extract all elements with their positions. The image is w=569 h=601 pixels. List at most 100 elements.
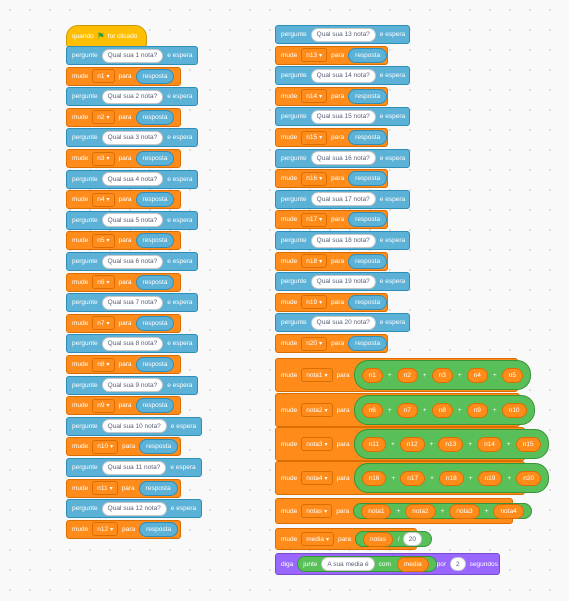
variable-reporter[interactable]: n7 — [396, 402, 418, 418]
variable-dropdown[interactable]: n1 — [92, 69, 115, 84]
set-variable-block[interactable]: muden15pararesposta — [275, 128, 388, 147]
addition-operator[interactable]: n11 + n12 + n13 + n14 + n15 — [353, 429, 549, 459]
answer-reporter[interactable]: resposta — [348, 130, 388, 145]
variable-dropdown[interactable]: n7 — [92, 316, 115, 331]
answer-reporter[interactable]: resposta — [348, 88, 388, 104]
variable-dropdown[interactable]: n4 — [92, 192, 115, 207]
variable-reporter[interactable]: notas — [363, 531, 393, 547]
answer-reporter[interactable]: resposta — [135, 233, 175, 249]
question-input[interactable]: Qual sua 11 nota? — [101, 460, 167, 475]
variable-dropdown[interactable]: n8 — [92, 357, 115, 372]
question-input[interactable]: Qual sua 19 nota? — [310, 274, 376, 289]
variable-reporter[interactable]: n10 — [501, 402, 527, 418]
set-variable-block[interactable]: muden1pararesposta — [66, 66, 181, 86]
set-variable-block[interactable]: muden10pararesposta — [66, 437, 181, 457]
variable-dropdown[interactable]: n17 — [301, 212, 328, 227]
variable-reporter[interactable]: n3 — [431, 367, 453, 383]
set-variable-block[interactable]: muden12pararesposta — [66, 519, 181, 539]
variable-dropdown[interactable]: n3 — [92, 151, 115, 166]
variable-dropdown[interactable]: n2 — [92, 110, 115, 125]
set-notas-block[interactable]: mudenotaspara nota1 + nota2 + nota3 + nota4 — [275, 498, 532, 524]
answer-reporter[interactable]: resposta — [348, 171, 388, 187]
answer-reporter[interactable]: resposta — [138, 480, 178, 496]
set-sum-block[interactable]: mudenota1para n1 + n2 + n3 + n4 + n5 — [275, 358, 531, 392]
variable-reporter[interactable]: nota1 — [361, 503, 392, 519]
answer-reporter[interactable]: resposta — [135, 315, 175, 331]
variable-dropdown[interactable]: n16 — [301, 171, 328, 186]
question-input[interactable]: Qual sua 5 nota? — [101, 213, 164, 228]
variable-reporter[interactable]: media — [396, 556, 429, 572]
variable-reporter[interactable]: n9 — [466, 402, 488, 418]
ask-and-wait-block[interactable]: pergunte Qual sua 20 nota? e espera — [275, 313, 410, 333]
set-variable-block[interactable]: muden6pararesposta — [66, 272, 181, 292]
variable-dropdown[interactable]: n6 — [92, 275, 115, 290]
question-input[interactable]: Qual sua 16 nota? — [310, 151, 376, 166]
answer-reporter[interactable]: resposta — [139, 439, 179, 455]
variable-reporter[interactable]: n1 — [361, 367, 383, 383]
set-variable-block[interactable]: muden9pararesposta — [66, 396, 181, 416]
question-input[interactable]: Qual sua 2 nota? — [101, 89, 164, 104]
variable-dropdown[interactable]: n13 — [301, 48, 328, 63]
set-variable-block[interactable]: muden18pararesposta — [275, 251, 388, 271]
question-input[interactable]: Qual sua 10 nota? — [101, 419, 167, 434]
set-variable-block[interactable]: muden5pararesposta — [66, 231, 181, 251]
variable-reporter[interactable]: n18 — [438, 470, 464, 486]
question-input[interactable]: Qual sua 13 nota? — [310, 27, 376, 42]
set-sum-block[interactable]: mudenota3para n11 + n12 + n13 + n14 + n15 — [275, 427, 549, 461]
ask-and-wait-block[interactable]: pergunte Qual sua 12 nota? e espera — [66, 499, 202, 519]
question-input[interactable]: Qual sua 18 nota? — [310, 233, 376, 248]
answer-reporter[interactable]: resposta — [348, 47, 388, 63]
ask-and-wait-block[interactable]: pergunte Qual sua 5 nota? e espera — [66, 210, 198, 230]
variable-reporter[interactable]: n8 — [431, 402, 453, 418]
question-input[interactable]: Qual sua 6 nota? — [101, 254, 164, 269]
variable-dropdown[interactable]: n5 — [92, 233, 115, 248]
variable-reporter[interactable]: n11 — [361, 436, 386, 452]
question-input[interactable]: Qual sua 1 nota? — [101, 48, 164, 63]
set-variable-block[interactable]: muden3pararesposta — [66, 149, 181, 168]
answer-reporter[interactable]: resposta — [348, 253, 388, 269]
addition-operator[interactable]: n16 + n17 + n18 + n19 + n20 — [353, 463, 550, 493]
ask-and-wait-block[interactable]: pergunte Qual sua 9 nota? e espera — [66, 375, 198, 395]
variable-reporter[interactable]: nota4 — [493, 503, 524, 519]
variable-dropdown[interactable]: n9 — [92, 398, 115, 413]
ask-and-wait-block[interactable]: pergunte Qual sua 3 nota? e espera — [66, 128, 198, 148]
set-variable-block[interactable]: muden16pararesposta — [275, 169, 388, 189]
variable-reporter[interactable]: n4 — [466, 367, 488, 383]
variable-reporter[interactable]: n14 — [477, 436, 502, 452]
question-input[interactable]: Qual sua 14 nota? — [310, 68, 376, 83]
question-input[interactable]: Qual sua 8 nota? — [101, 336, 164, 351]
ask-and-wait-block[interactable]: pergunte Qual sua 18 nota? e espera — [275, 231, 410, 250]
ask-and-wait-block[interactable]: pergunte Qual sua 7 nota? e espera — [66, 293, 198, 313]
join-text-input[interactable]: A sua media é — [321, 557, 375, 571]
set-variable-block[interactable]: muden19pararesposta — [275, 292, 388, 312]
answer-reporter[interactable]: resposta — [135, 192, 175, 208]
set-variable-block[interactable]: muden14pararesposta — [275, 86, 388, 106]
ask-and-wait-block[interactable]: pergunte Qual sua 11 nota? e espera — [66, 458, 202, 477]
ask-and-wait-block[interactable]: pergunte Qual sua 16 nota? e espera — [275, 148, 410, 168]
question-input[interactable]: Qual sua 9 nota? — [101, 378, 164, 393]
divisor-input[interactable]: 20 — [402, 532, 422, 546]
ask-and-wait-block[interactable]: pergunte Qual sua 13 nota? e espera — [275, 25, 410, 44]
set-variable-block[interactable]: muden11pararesposta — [66, 478, 181, 498]
answer-reporter[interactable]: resposta — [135, 68, 175, 84]
variable-dropdown[interactable]: nota3 — [301, 437, 333, 451]
ask-and-wait-block[interactable]: pergunte Qual sua 19 nota? e espera — [275, 272, 410, 292]
variable-reporter[interactable]: n15 — [515, 436, 541, 452]
ask-and-wait-block[interactable]: pergunte Qual sua 2 nota? e espera — [66, 87, 198, 107]
variable-dropdown[interactable]: n11 — [92, 481, 118, 496]
variable-reporter[interactable]: n13 — [438, 436, 464, 452]
variable-dropdown[interactable]: notas — [301, 504, 333, 518]
question-input[interactable]: Qual sua 4 nota? — [101, 172, 164, 187]
variable-dropdown[interactable]: n19 — [301, 295, 328, 310]
ask-and-wait-block[interactable]: pergunte Qual sua 1 nota? e espera — [66, 46, 198, 65]
answer-reporter[interactable]: resposta — [135, 357, 175, 372]
ask-and-wait-block[interactable]: pergunte Qual sua 4 nota? e espera — [66, 169, 198, 189]
ask-and-wait-block[interactable]: pergunte Qual sua 10 nota? e espera — [66, 416, 202, 436]
join-operator[interactable]: junte A sua media é com media — [297, 556, 437, 572]
variable-reporter[interactable]: n5 — [501, 367, 523, 383]
set-variable-block[interactable]: muden7pararesposta — [66, 313, 181, 333]
ask-and-wait-block[interactable]: pergunte Qual sua 8 nota? e espera — [66, 334, 198, 354]
ask-and-wait-block[interactable]: pergunte Qual sua 14 nota? e espera — [275, 66, 410, 86]
answer-reporter[interactable]: resposta — [348, 336, 388, 351]
variable-dropdown[interactable]: nota1 — [301, 368, 333, 382]
